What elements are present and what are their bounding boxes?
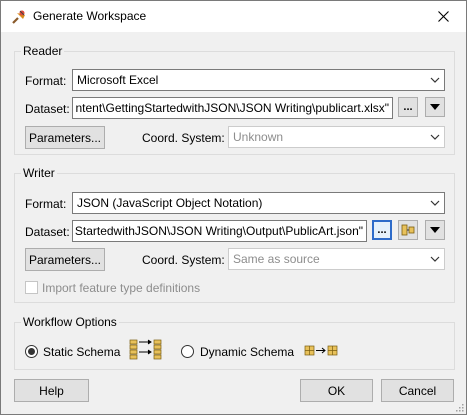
help-label: Help (39, 383, 64, 398)
static-schema-radio[interactable] (25, 345, 38, 358)
writer-folder-button[interactable] (398, 220, 418, 240)
writer-format-label: Format: (25, 197, 67, 211)
reader-coord-value: Unknown (233, 130, 284, 144)
chevron-down-icon (430, 77, 440, 83)
reader-format-select[interactable]: Microsoft Excel (72, 69, 445, 91)
static-schema-label: Static Schema (43, 345, 121, 359)
reader-group-label: Reader (21, 44, 65, 58)
help-button[interactable]: Help (14, 379, 89, 402)
reader-format-value: Microsoft Excel (77, 73, 159, 87)
chevron-down-icon (430, 134, 440, 140)
import-feature-types-checkbox[interactable] (25, 281, 38, 294)
folder-structure-icon (401, 224, 415, 236)
browse-label: ... (403, 101, 413, 113)
writer-coord-label: Coord. System: (142, 253, 225, 267)
generate-workspace-dialog: Generate Workspace Reader Format: Micros… (0, 0, 467, 415)
writer-parameters-button[interactable]: Parameters... (25, 248, 105, 271)
writer-format-select[interactable]: JSON (JavaScript Object Notation) (72, 192, 445, 214)
triangle-down-icon (430, 227, 440, 233)
chevron-down-icon (430, 256, 440, 262)
writer-dataset-browse-button[interactable]: ... (372, 220, 392, 240)
writer-dataset-value: StartedwithJSON\JSON Writing\Output\Publ… (74, 224, 363, 238)
chevron-down-icon (430, 200, 440, 206)
import-feature-types-label: Import feature type definitions (42, 281, 201, 295)
window-title: Generate Workspace (33, 9, 147, 23)
reader-dataset-dropdown-button[interactable] (425, 97, 445, 117)
writer-dataset-label: Dataset: (25, 225, 70, 239)
reader-dataset-label: Dataset: (25, 102, 70, 116)
fme-workspace-icon (12, 10, 25, 24)
writer-parameters-label: Parameters... (28, 252, 102, 267)
writer-group-label: Writer (21, 166, 57, 180)
dynamic-schema-radio[interactable] (181, 345, 194, 358)
dynamic-schema-label: Dynamic Schema (200, 345, 295, 359)
reader-dataset-browse-button[interactable]: ... (398, 97, 418, 117)
reader-format-label: Format: (25, 74, 67, 88)
writer-coord-value: Same as source (233, 252, 320, 266)
ok-button[interactable]: OK (300, 379, 373, 402)
writer-dataset-input[interactable]: StartedwithJSON\JSON Writing\Output\Publ… (72, 220, 367, 242)
writer-format-value: JSON (JavaScript Object Notation) (77, 196, 263, 210)
dynamic-schema-icon (304, 345, 338, 356)
browse-label: ... (377, 224, 387, 236)
title-bar[interactable]: Generate Workspace (1, 1, 466, 32)
workflow-options-label: Workflow Options (21, 315, 119, 329)
writer-dataset-dropdown-button[interactable] (425, 220, 445, 240)
reader-dataset-value: ntent\GettingStartedwithJSON\JSON Writin… (75, 101, 390, 115)
static-schema-icon (129, 339, 162, 360)
radio-selected-dot (28, 348, 35, 355)
writer-coord-select[interactable]: Same as source (228, 248, 445, 270)
reader-parameters-label: Parameters... (28, 130, 102, 145)
close-button[interactable] (420, 1, 466, 32)
reader-coord-select[interactable]: Unknown (228, 126, 445, 148)
cancel-label: Cancel (398, 383, 437, 398)
reader-parameters-button[interactable]: Parameters... (25, 126, 105, 149)
resize-grip-icon[interactable] (454, 402, 464, 412)
reader-coord-label: Coord. System: (142, 131, 225, 145)
ok-label: OK (327, 383, 346, 398)
close-icon (437, 11, 449, 22)
cancel-button[interactable]: Cancel (381, 379, 454, 402)
triangle-down-icon (430, 104, 440, 110)
reader-dataset-input[interactable]: ntent\GettingStartedwithJSON\JSON Writin… (72, 97, 393, 119)
